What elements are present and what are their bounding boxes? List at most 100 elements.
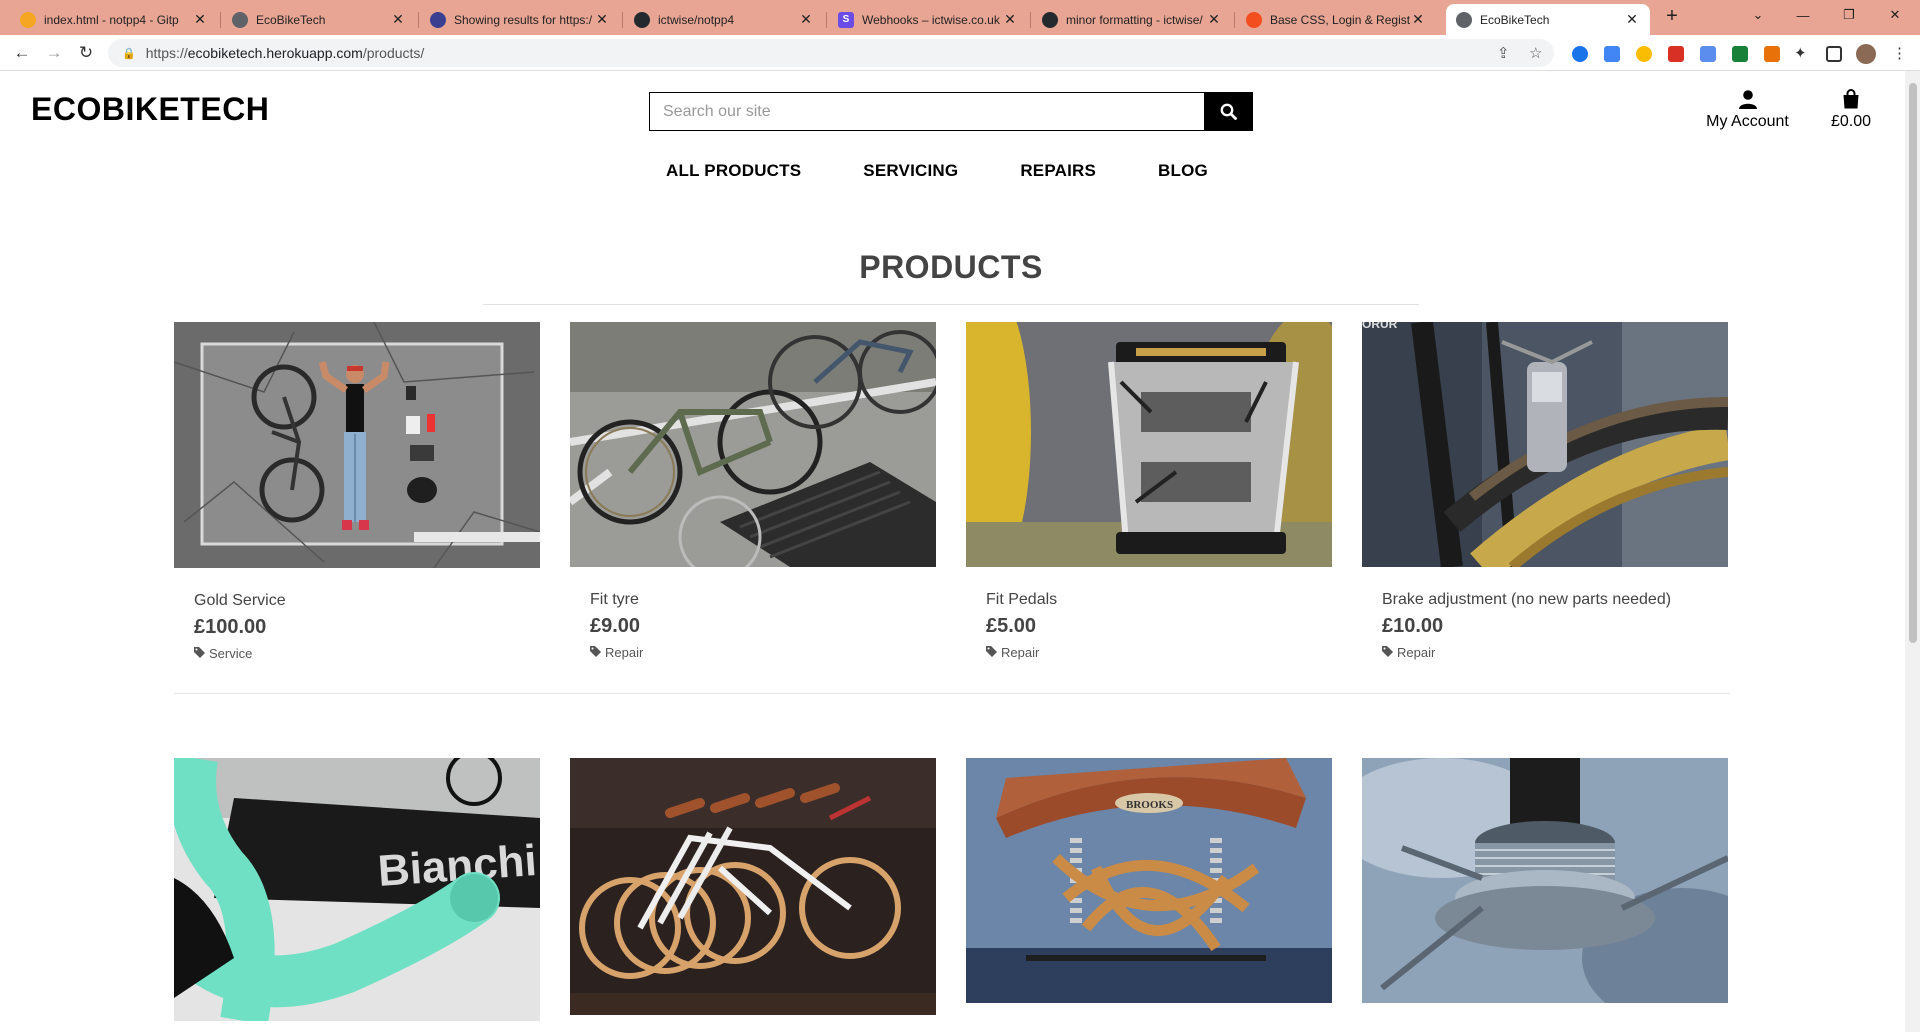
- my-account-link[interactable]: My Account: [1700, 89, 1795, 131]
- product-card[interactable]: Gold Service £100.00 Service: [174, 322, 540, 661]
- browser-tab[interactable]: Showing results for https:/ ✕: [420, 4, 620, 35]
- minimize-button[interactable]: —: [1780, 0, 1826, 30]
- shopping-bag-link[interactable]: £0.00: [1826, 89, 1876, 131]
- back-button[interactable]: ←: [10, 41, 34, 65]
- product-name[interactable]: Fit Pedals: [986, 591, 1332, 609]
- product-image[interactable]: [966, 322, 1332, 567]
- product-price: £5.00: [986, 615, 1037, 637]
- close-tab-icon[interactable]: ✕: [594, 11, 610, 28]
- product-image[interactable]: Bianchi: [174, 758, 540, 1021]
- product-card[interactable]: BROOKS: [966, 758, 1332, 1003]
- product-category-link[interactable]: Repair: [590, 645, 936, 660]
- globe-icon: [232, 11, 248, 28]
- new-tab-button[interactable]: +: [1660, 5, 1684, 28]
- tag-icon: [590, 645, 601, 660]
- product-card[interactable]: Fit tyre £9.00 Repair: [570, 322, 936, 660]
- product-price: £100.00: [194, 616, 267, 638]
- tab-search-icon[interactable]: ⌄: [1735, 0, 1781, 30]
- product-category-link[interactable]: Service: [194, 646, 540, 661]
- share-icon[interactable]: ⇪: [1497, 44, 1510, 62]
- browser-tab[interactable]: minor formatting - ictwise/ ✕: [1032, 4, 1232, 35]
- nav-all-products[interactable]: ALL PRODUCTS: [666, 161, 801, 181]
- address-bar[interactable]: 🔒 https://ecobiketech.herokuapp.com/prod…: [108, 39, 1554, 67]
- close-tab-icon[interactable]: ✕: [1206, 11, 1222, 28]
- extension-icon[interactable]: [1636, 46, 1652, 62]
- search-button[interactable]: [1204, 93, 1252, 130]
- browser-tab[interactable]: Base CSS, Login & Registra ✕: [1236, 4, 1436, 35]
- extensions-puzzle-icon[interactable]: ✦: [1794, 44, 1807, 62]
- extension-icon[interactable]: [1732, 46, 1748, 62]
- close-tab-icon[interactable]: ✕: [390, 11, 406, 28]
- product-card[interactable]: Fit Pedals £5.00 Repair: [966, 322, 1332, 660]
- product-image[interactable]: [570, 758, 936, 1015]
- nav-repairs[interactable]: REPAIRS: [1020, 161, 1096, 181]
- product-image[interactable]: ORUR: [1362, 322, 1728, 567]
- extension-icon[interactable]: [1764, 46, 1780, 62]
- lock-icon: 🔒: [122, 47, 136, 60]
- side-panel-icon[interactable]: [1826, 46, 1842, 62]
- product-image[interactable]: [174, 322, 540, 568]
- menu-kebab-icon[interactable]: ⋮: [1892, 44, 1907, 62]
- browser-tab[interactable]: index.html - notpp4 - Gitp ✕: [10, 4, 218, 35]
- product-card[interactable]: [1362, 758, 1728, 1003]
- main-nav: ALL PRODUCTS SERVICING REPAIRS BLOG: [0, 161, 1905, 181]
- scrollbar-thumb[interactable]: [1909, 83, 1917, 643]
- user-icon: [1738, 90, 1757, 109]
- browser-tab[interactable]: EcoBikeTech ✕: [222, 4, 416, 35]
- shopping-bag-icon: [1843, 89, 1859, 109]
- tag-icon: [1382, 645, 1393, 660]
- close-tab-icon[interactable]: ✕: [798, 11, 814, 28]
- restore-button[interactable]: ❐: [1826, 0, 1872, 30]
- bookmark-star-icon[interactable]: ☆: [1529, 44, 1542, 62]
- reload-button[interactable]: ↻: [74, 41, 98, 65]
- close-tab-icon[interactable]: ✕: [1410, 11, 1426, 28]
- browser-tab-active[interactable]: EcoBikeTech ✕: [1446, 4, 1650, 35]
- browser-tab[interactable]: ictwise/notpp4 ✕: [624, 4, 824, 35]
- product-category-link[interactable]: Repair: [986, 645, 1332, 660]
- close-tab-icon[interactable]: ✕: [1624, 11, 1640, 28]
- product-name[interactable]: Fit tyre: [590, 591, 936, 609]
- account-label: My Account: [1706, 113, 1789, 130]
- product-category-link[interactable]: Repair: [1382, 645, 1728, 660]
- product-category: Repair: [1001, 645, 1040, 660]
- bag-total: £0.00: [1830, 113, 1872, 130]
- product-price: £10.00: [1382, 615, 1444, 637]
- stripe-icon: S: [838, 11, 854, 28]
- close-tab-icon[interactable]: ✕: [1002, 11, 1018, 28]
- nav-blog[interactable]: BLOG: [1158, 161, 1208, 181]
- product-card[interactable]: [570, 758, 936, 1015]
- product-price: £9.00: [590, 615, 641, 637]
- github-icon: [634, 11, 650, 28]
- figma-icon: [1246, 11, 1262, 28]
- page-viewport: ECOBIKETECH My Account £0.00 ALL PRODUCT…: [0, 71, 1905, 1032]
- forward-button[interactable]: →: [42, 41, 66, 65]
- product-image[interactable]: BROOKS: [966, 758, 1332, 1003]
- avatar[interactable]: [1856, 44, 1876, 64]
- search-form: [649, 92, 1253, 131]
- extension-icon[interactable]: [1572, 46, 1588, 62]
- translate-icon[interactable]: [1604, 46, 1620, 62]
- close-tab-icon[interactable]: ✕: [192, 11, 208, 28]
- nav-servicing[interactable]: SERVICING: [863, 161, 958, 181]
- product-card[interactable]: Bianchi: [174, 758, 540, 1021]
- svg-text:ORUR: ORUR: [1362, 322, 1398, 331]
- search-input[interactable]: [650, 93, 1204, 130]
- globe-icon: [1456, 11, 1472, 28]
- extension-icon[interactable]: [1668, 46, 1684, 62]
- product-category: Repair: [1397, 645, 1436, 660]
- browser-toolbar: ← → ↻ 🔒 https://ecobiketech.herokuapp.co…: [0, 35, 1920, 71]
- svg-text:BROOKS: BROOKS: [1126, 799, 1173, 811]
- product-image[interactable]: [1362, 758, 1728, 1003]
- row-divider: [174, 693, 1730, 694]
- site-logo[interactable]: ECOBIKETECH: [31, 91, 269, 128]
- product-name[interactable]: Brake adjustment (no new parts needed): [1382, 591, 1728, 609]
- search-icon: [1220, 103, 1237, 120]
- product-name[interactable]: Gold Service: [194, 592, 540, 610]
- github-icon: [1042, 11, 1058, 28]
- product-image[interactable]: [570, 322, 936, 567]
- page-scrollbar[interactable]: [1905, 71, 1920, 1032]
- extension-icon[interactable]: [1700, 46, 1716, 62]
- close-window-button[interactable]: ✕: [1872, 0, 1918, 30]
- browser-tab[interactable]: S Webhooks – ictwise.co.uk ✕: [828, 4, 1028, 35]
- product-card[interactable]: ORUR Brake adjustment (no new parts need…: [1362, 322, 1728, 660]
